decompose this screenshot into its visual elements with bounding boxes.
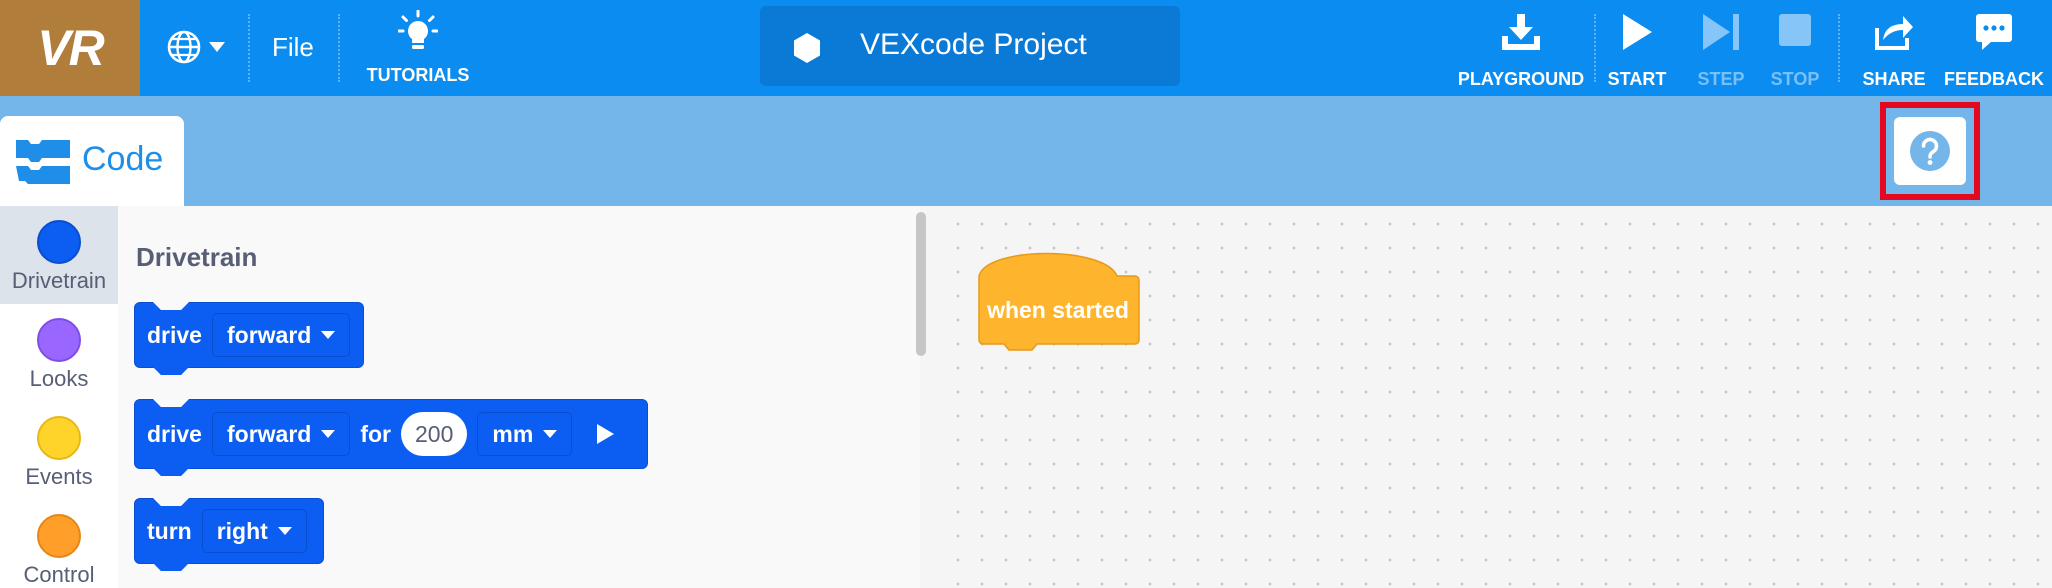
turn-block[interactable]: turn right [134, 498, 324, 564]
hexagon-icon [794, 33, 820, 63]
lightbulb-icon [398, 10, 438, 49]
project-name-field[interactable]: VEXcode Project [760, 6, 1180, 86]
step-button[interactable]: STEP [1686, 8, 1756, 89]
globe-icon [167, 30, 201, 64]
playground-label: PLAYGROUND [1457, 69, 1585, 89]
start-button[interactable]: START [1600, 8, 1674, 89]
category-events[interactable]: Events [0, 402, 118, 500]
distance-input[interactable]: 200 [401, 412, 468, 456]
caret-down-icon [277, 527, 292, 535]
block-palette: Drivetrain drive forward drive forward f… [118, 206, 920, 588]
editor-tab-bar: Code [0, 96, 2052, 206]
share-label: SHARE [1862, 69, 1926, 89]
stop-button[interactable]: STOP [1760, 8, 1830, 89]
drive-for-block[interactable]: drive forward for 200 mm [134, 399, 648, 469]
drive-block[interactable]: drive forward [134, 302, 364, 368]
top-menu-bar: VR File TUTORIALS VEXcode Project PLAYGR… [0, 0, 2052, 96]
feedback-label: FEEDBACK [1944, 69, 2045, 89]
language-menu-button[interactable] [166, 24, 238, 70]
help-button-highlight [1880, 102, 1980, 200]
step-forward-icon [1703, 14, 1739, 50]
help-icon [1910, 131, 1950, 171]
stop-label: STOP [1770, 69, 1820, 89]
step-label: STEP [1697, 69, 1745, 89]
when-started-block[interactable]: when started [977, 252, 1141, 356]
share-icon [1875, 16, 1913, 50]
direction-dropdown[interactable]: forward [211, 412, 351, 456]
block-word: drive [147, 321, 202, 348]
download-icon [1502, 14, 1540, 50]
playground-button[interactable]: PLAYGROUND [1456, 8, 1586, 89]
help-button[interactable] [1894, 117, 1966, 185]
run-block-icon[interactable] [594, 422, 616, 446]
start-label: START [1607, 69, 1667, 89]
tutorials-label: TUTORIALS [366, 65, 470, 85]
category-dot [37, 220, 81, 264]
code-blocks-icon [16, 140, 70, 184]
block-word: for [360, 420, 391, 447]
hat-block-label: when started [986, 297, 1129, 323]
stop-icon [1779, 14, 1811, 46]
block-word: turn [147, 517, 192, 544]
vr-logo-text: VR [37, 20, 104, 76]
tutorials-button[interactable]: TUTORIALS [360, 8, 476, 86]
toolbar-divider [1594, 14, 1596, 82]
direction-dropdown[interactable]: forward [211, 313, 351, 357]
feedback-button[interactable]: FEEDBACK [1944, 8, 2045, 89]
menu-divider [248, 14, 250, 82]
category-label: Looks [29, 366, 89, 391]
dropdown-value: mm [492, 420, 534, 447]
dropdown-value: forward [226, 420, 312, 447]
menu-divider [338, 14, 340, 82]
chevron-down-icon [209, 42, 225, 52]
category-dot [37, 318, 81, 362]
category-label: Drivetrain [11, 268, 107, 293]
category-control[interactable]: Control [0, 500, 118, 588]
chat-bubble-icon [1976, 14, 2012, 50]
category-dot [37, 416, 81, 460]
file-menu-button[interactable]: File [256, 28, 330, 68]
category-label: Events [25, 464, 93, 489]
vr-logo: VR [0, 0, 140, 96]
palette-scrollbar[interactable] [916, 212, 926, 356]
share-button[interactable]: SHARE [1854, 8, 1934, 89]
category-menu: Drivetrain Looks Events Control [0, 206, 118, 588]
block-word: drive [147, 420, 202, 447]
tab-code-label: Code [82, 140, 164, 178]
caret-down-icon [543, 430, 558, 438]
category-label: Control [23, 562, 95, 587]
dropdown-value: forward [226, 321, 312, 348]
caret-down-icon [321, 331, 336, 339]
category-looks[interactable]: Looks [0, 304, 118, 402]
direction-dropdown[interactable]: right [201, 509, 307, 553]
tab-code[interactable]: Code [0, 116, 184, 206]
play-icon [1623, 14, 1652, 50]
category-dot [37, 514, 81, 558]
palette-section-title: Drivetrain [136, 242, 258, 272]
toolbar-divider [1838, 14, 1840, 82]
unit-dropdown[interactable]: mm [477, 412, 573, 456]
project-name: VEXcode Project [860, 28, 1087, 61]
category-drivetrain[interactable]: Drivetrain [0, 206, 118, 304]
caret-down-icon [321, 430, 336, 438]
dropdown-value: right [216, 517, 268, 544]
